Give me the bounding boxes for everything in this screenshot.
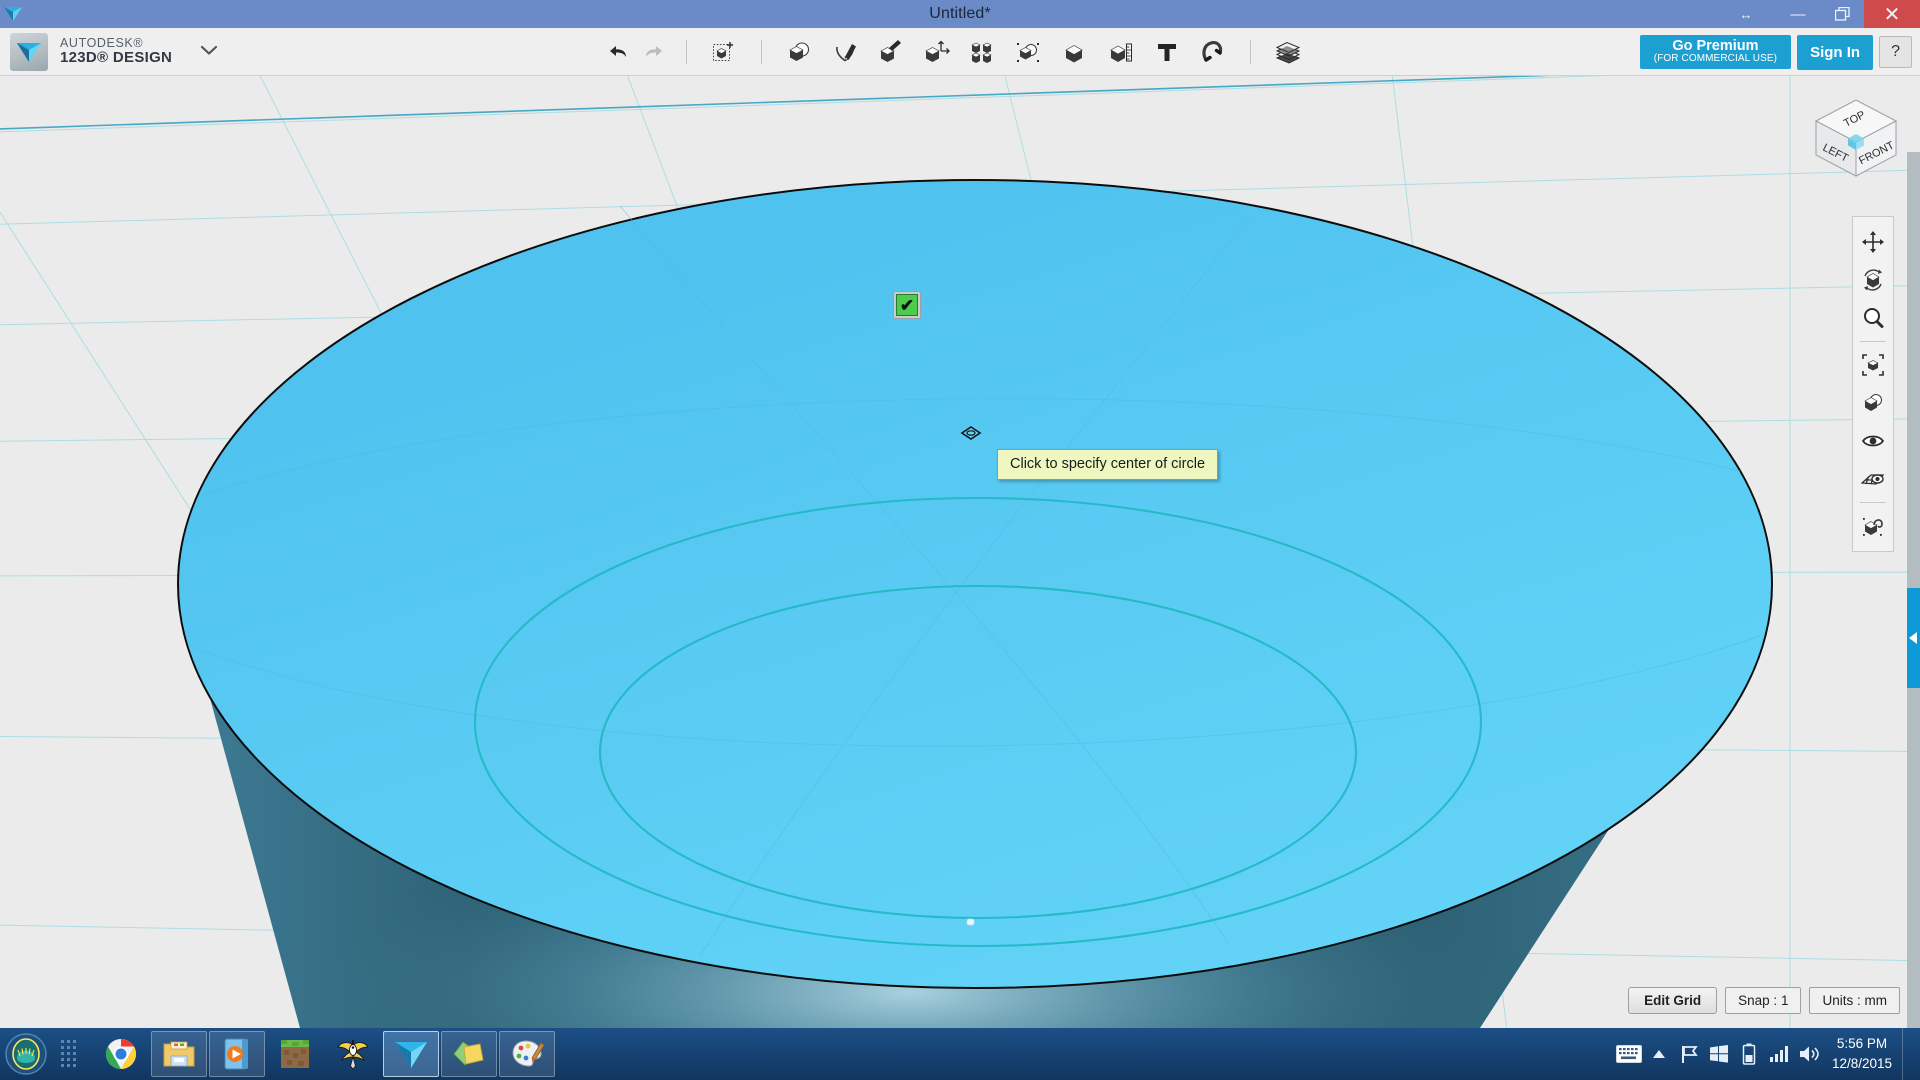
battery-icon[interactable] bbox=[1734, 1028, 1764, 1080]
orbit-cube-icon[interactable] bbox=[1856, 263, 1890, 297]
left-arrow-icon bbox=[1909, 632, 1917, 644]
edit-grid-button[interactable]: Edit Grid bbox=[1628, 987, 1718, 1014]
layers-stack-icon[interactable] bbox=[1269, 32, 1307, 72]
cube-sphere-shaded-icon[interactable] bbox=[1856, 386, 1890, 420]
toolbar-divider-3 bbox=[1250, 40, 1251, 64]
taskbar-item-minecraft[interactable] bbox=[267, 1031, 323, 1077]
clock-time: 5:56 PM bbox=[1836, 1036, 1888, 1052]
show-desktop-button[interactable] bbox=[1902, 1028, 1912, 1080]
window-restore-button[interactable] bbox=[1820, 0, 1864, 28]
brand-block[interactable]: AUTODESK® 123D® DESIGN bbox=[0, 32, 218, 71]
magnifier-icon[interactable] bbox=[1856, 301, 1890, 335]
text-t-icon[interactable] bbox=[1148, 32, 1186, 72]
brand-product-label: 123D® DESIGN bbox=[60, 49, 173, 67]
accept-sketch-button[interactable]: ✔ bbox=[893, 291, 921, 319]
units-value: mm bbox=[1864, 993, 1888, 1008]
view-tools-divider-2 bbox=[1860, 502, 1886, 503]
taskbar-item-123d-design[interactable] bbox=[383, 1031, 439, 1077]
pan-arrows-icon[interactable] bbox=[1856, 225, 1890, 259]
units-label: Units : bbox=[1822, 993, 1861, 1008]
keyboard-icon[interactable] bbox=[1614, 1028, 1644, 1080]
window-titlebar: Untitled* ↔ — ✕ bbox=[0, 0, 1920, 28]
sketch-pen-icon[interactable] bbox=[826, 32, 864, 72]
taskbar-clock[interactable]: 5:56 PM 12/8/2015 bbox=[1824, 1034, 1902, 1073]
view-tools-divider bbox=[1860, 341, 1886, 342]
taskbar-item-photos[interactable] bbox=[441, 1031, 497, 1077]
view-cube[interactable]: TOP LEFT FRONT bbox=[1808, 94, 1904, 182]
cube-ruler-icon[interactable] bbox=[1102, 32, 1140, 72]
tool-group bbox=[600, 28, 1311, 76]
system-tray: 5:56 PM 12/8/2015 bbox=[1614, 1028, 1920, 1080]
cube-extrude-icon[interactable] bbox=[872, 32, 910, 72]
windows-taskbar: 5:56 PM 12/8/2015 bbox=[0, 1028, 1920, 1080]
circle-center-cursor-icon bbox=[960, 426, 982, 440]
windows-logo-icon[interactable] bbox=[1704, 1028, 1734, 1080]
snap-label: Snap : bbox=[1738, 993, 1778, 1008]
cube-solid-icon[interactable] bbox=[1056, 32, 1094, 72]
taskbar-item-file-explorer[interactable] bbox=[151, 1031, 207, 1077]
taskbar-item-chrome[interactable] bbox=[93, 1031, 149, 1077]
toolbar-divider bbox=[686, 40, 687, 64]
window-title: Untitled* bbox=[929, 5, 991, 22]
toolbar-divider-2 bbox=[761, 40, 762, 64]
snap-status[interactable]: Snap : 1 bbox=[1725, 987, 1802, 1014]
account-controls: Go Premium (FOR COMMERCIAL USE) Sign In … bbox=[1639, 28, 1912, 76]
clock-date: 12/8/2015 bbox=[1831, 1056, 1892, 1071]
pinned-dots-icon bbox=[49, 1031, 89, 1077]
redo-arrow-icon bbox=[639, 32, 669, 72]
window-close-button[interactable]: ✕ bbox=[1864, 0, 1920, 28]
sign-in-button[interactable]: Sign In bbox=[1797, 34, 1874, 70]
panel-collapse-handle[interactable] bbox=[1907, 588, 1920, 688]
go-premium-label: Go Premium bbox=[1672, 37, 1759, 54]
window-minimize-button[interactable]: — bbox=[1776, 0, 1820, 28]
fit-cube-brackets-icon[interactable] bbox=[1856, 348, 1890, 382]
taskbar-item-eagle-app[interactable] bbox=[325, 1031, 381, 1077]
chevron-down-icon[interactable] bbox=[200, 43, 218, 60]
grid-eye-icon[interactable] bbox=[1856, 462, 1890, 496]
origin-point-icon bbox=[966, 918, 975, 926]
go-premium-sublabel: (FOR COMMERCIAL USE) bbox=[1653, 52, 1778, 64]
window-resize-button[interactable]: ↔ bbox=[1716, 0, 1776, 28]
viewport-status-bar: Edit Grid Snap : 1 Units : mm bbox=[1628, 987, 1900, 1014]
window-controls: ↔ — ✕ bbox=[1716, 0, 1920, 28]
flag-icon[interactable] bbox=[1674, 1028, 1704, 1080]
taskbar-item-media-player[interactable] bbox=[209, 1031, 265, 1077]
chevron-up-icon[interactable] bbox=[1644, 1028, 1674, 1080]
cube-move-icon[interactable] bbox=[705, 32, 743, 72]
speaker-icon[interactable] bbox=[1794, 1028, 1824, 1080]
cube-arrows-icon[interactable] bbox=[918, 32, 956, 72]
undo-arrow-icon[interactable] bbox=[603, 32, 633, 72]
four-cubes-icon[interactable] bbox=[964, 32, 1002, 72]
shell-start-orb-icon[interactable] bbox=[3, 1031, 49, 1077]
view-tools-strip bbox=[1852, 216, 1894, 552]
command-tooltip: Click to specify center of circle bbox=[997, 449, 1219, 480]
signal-bars-icon[interactable] bbox=[1764, 1028, 1794, 1080]
application-toolbar: AUTODESK® 123D® DESIGN Go Premium (FOR C… bbox=[0, 28, 1920, 76]
viewport-scrollbar[interactable] bbox=[1907, 152, 1920, 1028]
magnet-icon[interactable] bbox=[1194, 32, 1232, 72]
snap-value: 1 bbox=[1780, 993, 1789, 1008]
cube-magnet-icon[interactable] bbox=[1856, 509, 1890, 543]
cube-circle-dotted-icon[interactable] bbox=[1010, 32, 1048, 72]
green-checkmark-icon: ✔ bbox=[896, 294, 918, 316]
3d-viewport[interactable]: ✔ Click to specify center of circle TOP … bbox=[0, 76, 1920, 1028]
units-status[interactable]: Units : mm bbox=[1809, 987, 1900, 1014]
taskbar-item-paint[interactable] bbox=[499, 1031, 555, 1077]
cone-frustum-model[interactable] bbox=[0, 76, 1920, 1028]
cube-sphere-icon[interactable] bbox=[780, 32, 818, 72]
go-premium-button[interactable]: Go Premium (FOR COMMERCIAL USE) bbox=[1639, 34, 1792, 70]
taskbar-items bbox=[93, 1031, 555, 1077]
eye-icon[interactable] bbox=[1856, 424, 1890, 458]
autodesk-123d-app-icon bbox=[10, 32, 48, 71]
help-button[interactable]: ? bbox=[1879, 36, 1912, 68]
